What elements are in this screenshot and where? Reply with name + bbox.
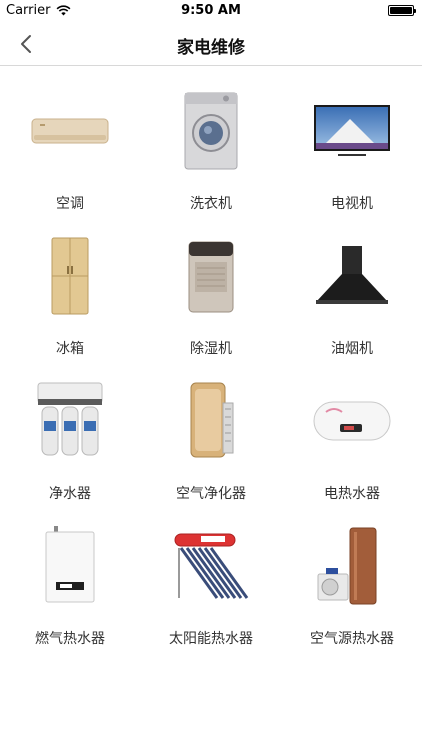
status-bar: Carrier 9:50 AM bbox=[0, 0, 422, 22]
grid-item-water-purifier[interactable]: 净水器 bbox=[0, 360, 140, 505]
water-purifier-icon bbox=[37, 382, 103, 456]
item-label: 空气源热水器 bbox=[310, 631, 394, 647]
grid-item-dehumidifier[interactable]: 除湿机 bbox=[140, 215, 282, 360]
refrigerator-icon bbox=[51, 237, 89, 315]
appliance-grid: 空调 洗衣机 电视机 冰箱 除湿机 油烟机 净水器 空气净化器 电热水器 燃气热… bbox=[0, 70, 422, 650]
page-title: 家电维修 bbox=[177, 38, 245, 58]
washing-machine-icon bbox=[184, 92, 238, 170]
electric-water-heater-icon bbox=[313, 401, 391, 441]
item-label: 燃气热水器 bbox=[35, 631, 105, 647]
grid-item-heat-pump-water-heater[interactable]: 空气源热水器 bbox=[282, 505, 422, 650]
grid-item-air-purifier[interactable]: 空气净化器 bbox=[140, 360, 282, 505]
television-icon bbox=[314, 105, 390, 156]
air-conditioner-icon bbox=[31, 118, 109, 144]
item-label: 洗衣机 bbox=[190, 196, 232, 212]
grid-item-gas-water-heater[interactable]: 燃气热水器 bbox=[0, 505, 140, 650]
heat-pump-water-heater-icon bbox=[317, 527, 377, 605]
solar-water-heater-icon bbox=[174, 533, 249, 599]
item-label: 空气净化器 bbox=[176, 486, 246, 502]
item-label: 电视机 bbox=[331, 196, 373, 212]
air-purifier-icon bbox=[190, 382, 234, 458]
item-label: 太阳能热水器 bbox=[169, 631, 253, 647]
dehumidifier-icon bbox=[188, 241, 234, 313]
status-time: 9:50 AM bbox=[181, 3, 241, 18]
range-hood-icon bbox=[316, 246, 388, 304]
item-label: 油烟机 bbox=[331, 341, 373, 357]
grid-item-television[interactable]: 电视机 bbox=[282, 70, 422, 215]
item-label: 除湿机 bbox=[190, 341, 232, 357]
grid-item-air-conditioner[interactable]: 空调 bbox=[0, 70, 140, 215]
item-label: 净水器 bbox=[49, 486, 91, 502]
item-label: 空调 bbox=[56, 196, 84, 212]
grid-item-refrigerator[interactable]: 冰箱 bbox=[0, 215, 140, 360]
grid-item-range-hood[interactable]: 油烟机 bbox=[282, 215, 422, 360]
grid-item-solar-water-heater[interactable]: 太阳能热水器 bbox=[140, 505, 282, 650]
grid-item-washing-machine[interactable]: 洗衣机 bbox=[140, 70, 282, 215]
gas-water-heater-icon bbox=[45, 526, 95, 603]
navigation-bar: 家电维修 bbox=[0, 22, 422, 66]
grid-item-electric-water-heater[interactable]: 电热水器 bbox=[282, 360, 422, 505]
item-label: 冰箱 bbox=[56, 341, 84, 357]
battery-icon bbox=[388, 5, 416, 16]
item-label: 电热水器 bbox=[324, 486, 380, 502]
